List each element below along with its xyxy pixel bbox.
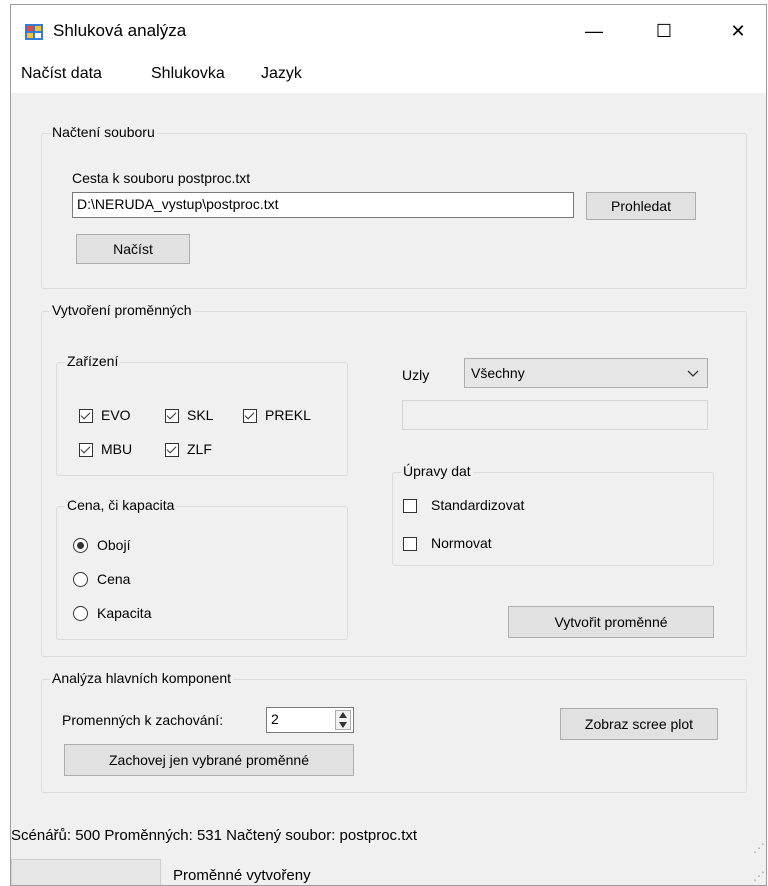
price-capacity-legend: Cena, či kapacita — [65, 497, 177, 513]
status-message: Proměnné vytvořeny — [173, 867, 311, 884]
radio-price-label: Cena — [97, 571, 131, 587]
nodes-label: Uzly — [402, 367, 430, 383]
price-capacity-group: Cena, či kapacita Obojí Cena Kapacita — [56, 497, 348, 640]
spinner-buttons[interactable] — [335, 710, 351, 730]
menu-language[interactable]: Jazyk — [261, 65, 302, 83]
checkbox-evo[interactable] — [79, 409, 93, 423]
chevron-down-icon — [687, 370, 699, 377]
minimize-button[interactable]: — — [571, 5, 617, 57]
create-vars-legend: Vytvoření proměnných — [50, 302, 194, 318]
arrow-down-icon[interactable] — [339, 722, 347, 728]
keep-selected-button[interactable]: Zachovej jen vybrané proměnné — [64, 744, 354, 776]
radio-capacity-label: Kapacita — [97, 605, 152, 621]
devices-legend: Zařízení — [65, 353, 121, 369]
pca-group: Analýza hlavních komponent Promenných k … — [41, 670, 747, 793]
status-summary: Scénářů: 500 Proměnných: 531 Načtený sou… — [11, 827, 418, 844]
keep-count-label: Promenných k zachování: — [62, 712, 224, 728]
app-window: Shluková analýza — ☐ ✕ Načíst data Shluk… — [10, 4, 767, 886]
checkbox-prekl-label: PREKL — [265, 407, 311, 423]
nodes-info-field — [402, 400, 708, 430]
resize-grip-icon-bottom[interactable]: ⋰ — [753, 869, 765, 883]
nodes-select[interactable]: Všechny — [464, 358, 708, 388]
checkbox-standardize-label: Standardizovat — [431, 497, 525, 513]
checkbox-normalize[interactable] — [403, 537, 417, 551]
checkbox-standardize[interactable] — [403, 499, 417, 513]
load-button[interactable]: Načíst — [76, 234, 190, 264]
checkbox-zlf-label: ZLF — [187, 441, 212, 457]
data-edit-group: Úpravy dat Standardizovat Normovat — [392, 463, 714, 566]
browse-button[interactable]: Prohledat — [586, 192, 696, 220]
checkbox-normalize-label: Normovat — [431, 535, 492, 551]
checkbox-zlf[interactable] — [165, 443, 179, 457]
radio-price[interactable] — [73, 572, 88, 587]
checkbox-evo-label: EVO — [101, 407, 131, 423]
menu-load-data[interactable]: Načíst data — [21, 65, 102, 83]
close-button[interactable]: ✕ — [715, 5, 761, 57]
title-bar[interactable]: Shluková analýza — ☐ ✕ — [11, 5, 766, 57]
create-vars-button[interactable]: Vytvořit proměnné — [508, 606, 714, 638]
resize-grip-icon: ⋰ — [753, 841, 765, 855]
create-vars-group: Vytvoření proměnných Zařízení EVO SKL PR… — [41, 302, 747, 657]
path-label: Cesta k souboru postproc.txt — [72, 170, 251, 186]
radio-capacity[interactable] — [73, 606, 88, 621]
checkbox-mbu[interactable] — [79, 443, 93, 457]
menu-bar: Načíst data Shlukovka Jazyk — [11, 57, 766, 93]
menu-clustering[interactable]: Shlukovka — [151, 65, 225, 83]
status-progress-bar — [11, 859, 161, 885]
keep-count-value: 2 — [271, 711, 279, 727]
checkbox-prekl[interactable] — [243, 409, 257, 423]
window-title: Shluková analýza — [53, 21, 187, 40]
keep-count-spinner[interactable]: 2 — [266, 707, 354, 733]
app-icon — [25, 24, 43, 40]
data-edit-legend: Úpravy dat — [401, 463, 473, 479]
devices-group: Zařízení EVO SKL PREKL MBU ZLF — [56, 353, 348, 476]
pca-legend: Analýza hlavních komponent — [50, 670, 233, 686]
radio-both-label: Obojí — [97, 537, 131, 553]
checkbox-skl-label: SKL — [187, 407, 214, 423]
radio-both[interactable] — [73, 538, 88, 553]
checkbox-mbu-label: MBU — [101, 441, 133, 457]
checkbox-skl[interactable] — [165, 409, 179, 423]
arrow-up-icon[interactable] — [339, 712, 347, 718]
scree-plot-button[interactable]: Zobraz scree plot — [560, 708, 718, 740]
path-input[interactable]: D:\NERUDA_vystup\postproc.txt — [72, 192, 574, 218]
file-load-legend: Načtení souboru — [50, 124, 157, 140]
file-load-group: Načtení souboru Cesta k souboru postproc… — [41, 124, 747, 289]
maximize-button[interactable]: ☐ — [641, 5, 687, 57]
nodes-select-value: Všechny — [471, 365, 525, 381]
